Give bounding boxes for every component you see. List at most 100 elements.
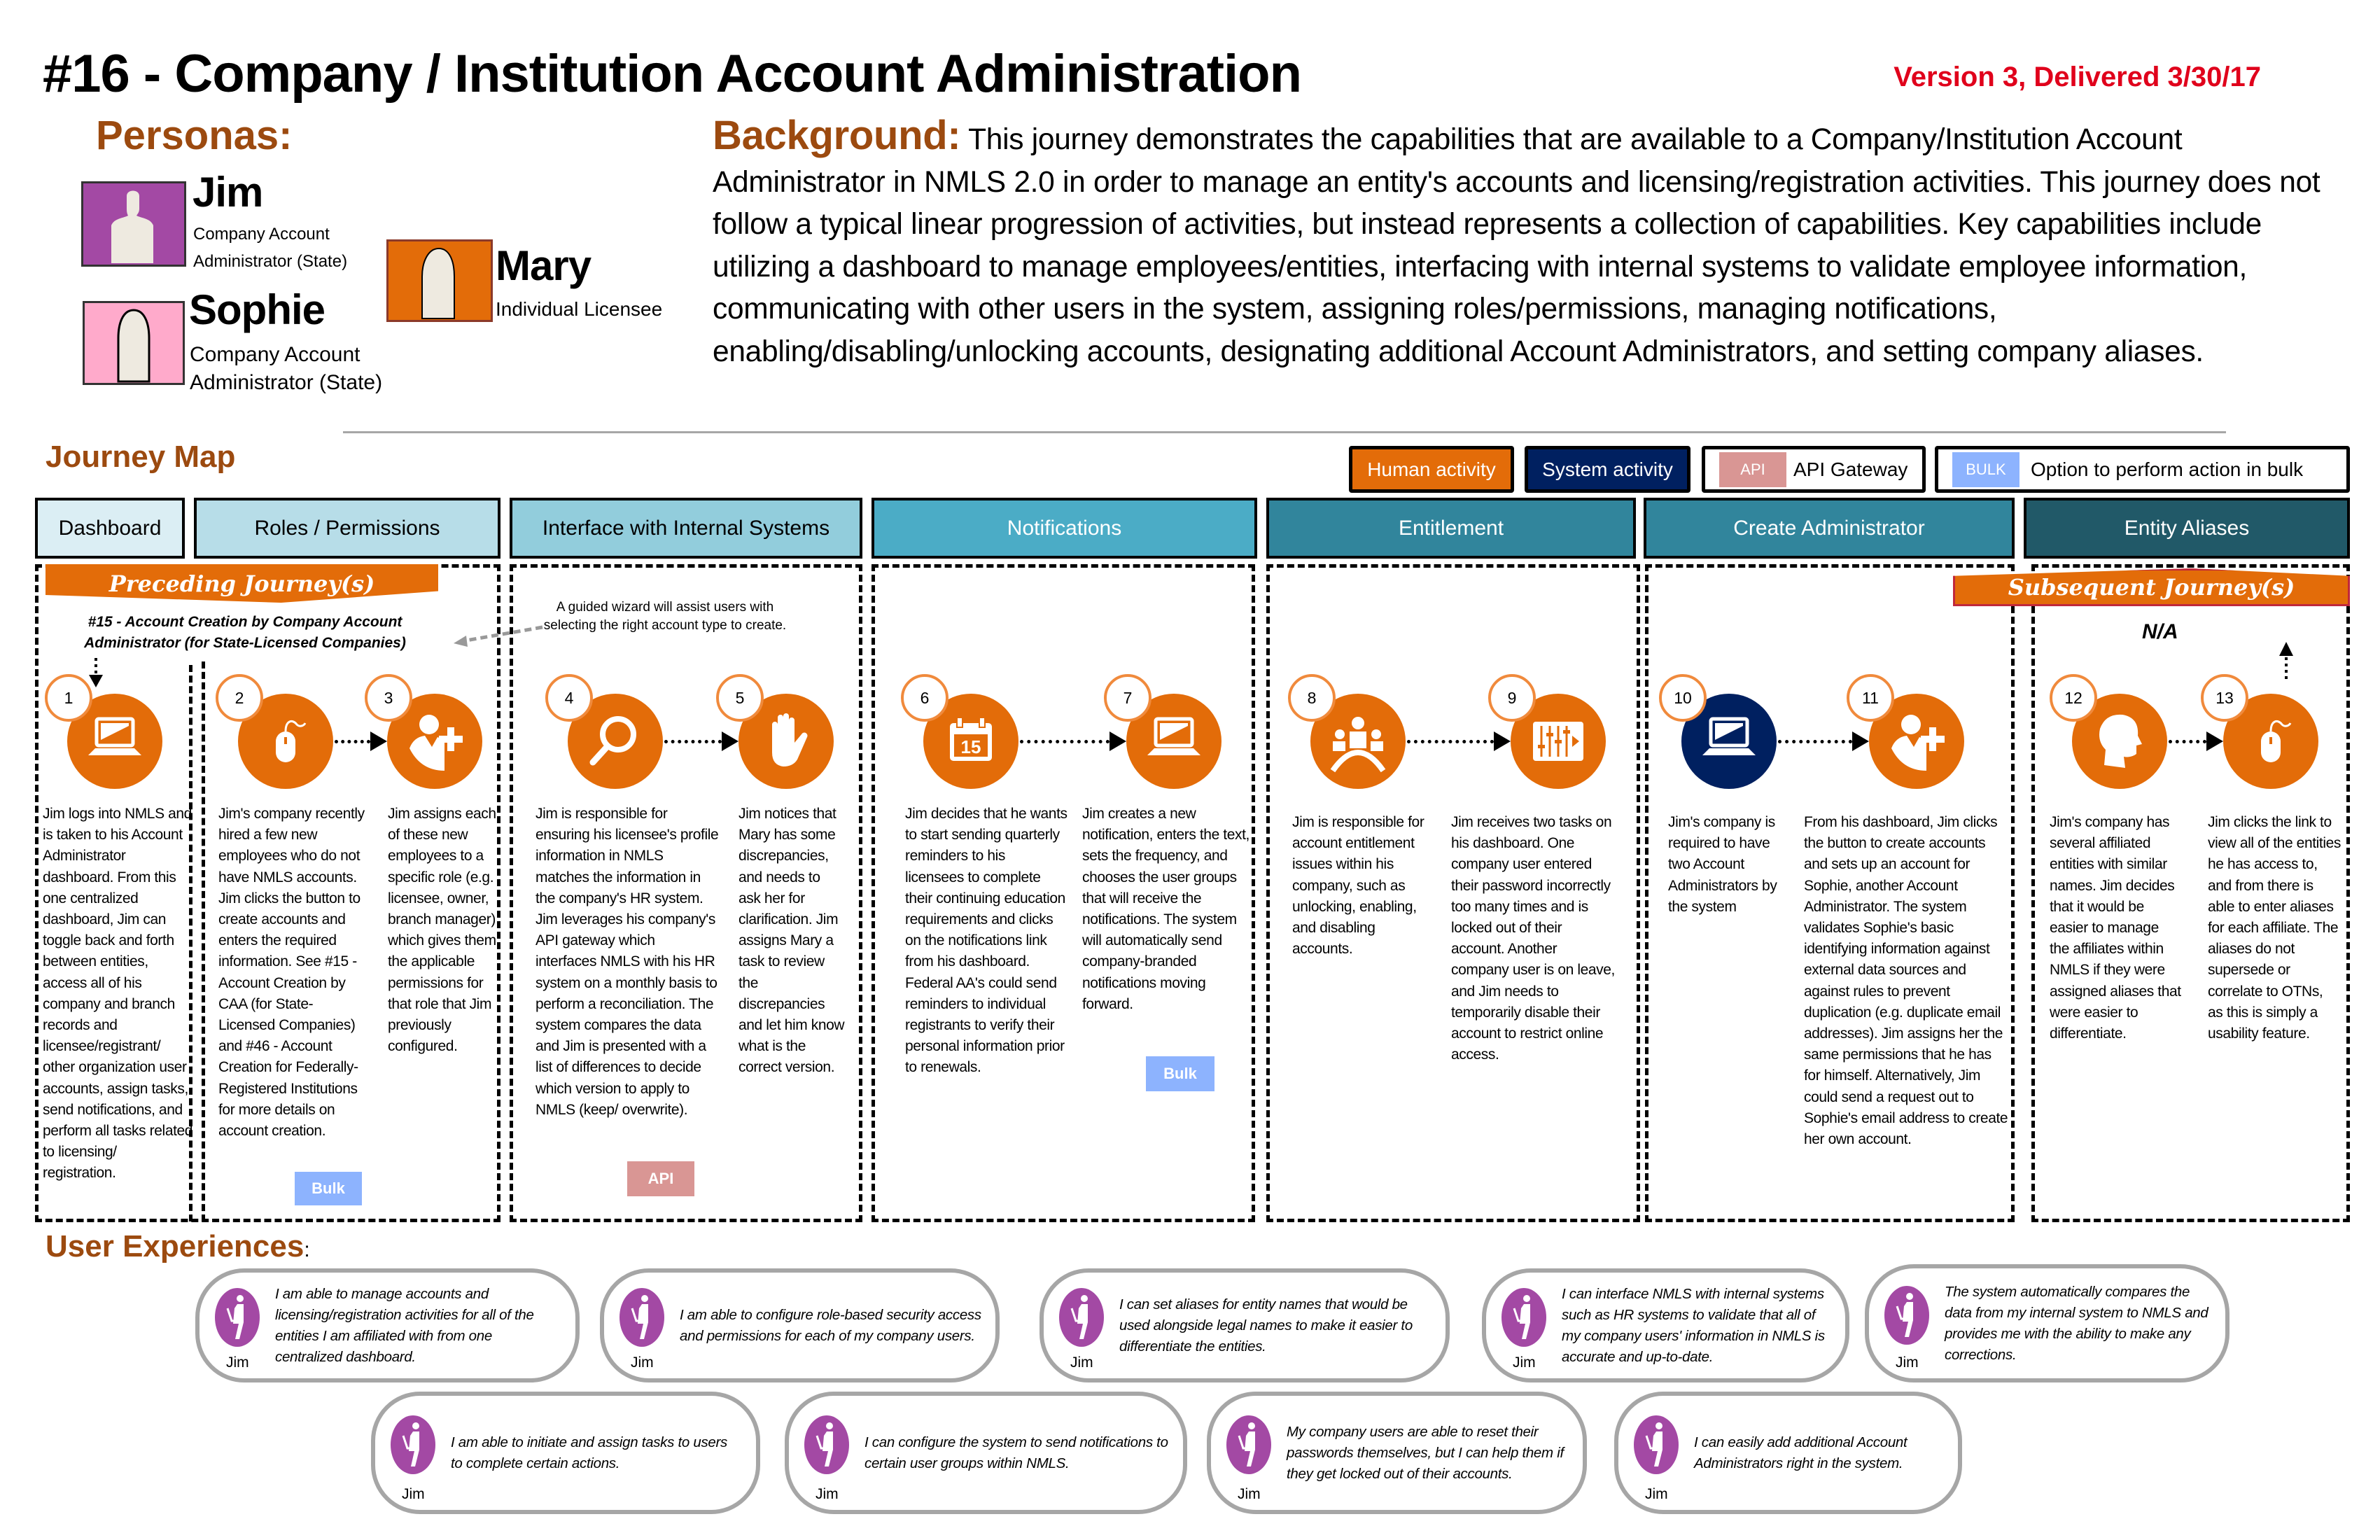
step-description: Jim's company has several affiliated ent…	[2050, 814, 2181, 1042]
wizard-note-line: A guided wizard will assist users with	[556, 600, 774, 615]
user-experiences-colon: :	[304, 1238, 310, 1261]
ux-persona-avatar	[1884, 1285, 1929, 1345]
user-experience-card: Jim I can easily add additional Account A…	[1614, 1392, 1962, 1514]
up-arrow-icon	[2279, 642, 2293, 682]
step-description: Jim logs into NMLS and is taken to his A…	[43, 806, 193, 1182]
persona-sophie-role: Company Account Administrator (State)	[190, 341, 382, 397]
user-experience-card: Jim I can set aliases for entity names th…	[1040, 1268, 1450, 1382]
mouse-icon	[2261, 720, 2292, 762]
laptop-icon	[88, 717, 141, 755]
ux-persona-avatar	[1059, 1287, 1104, 1347]
user-experience-text: I can interface NMLS with internal syste…	[1562, 1285, 1825, 1365]
calendar-icon: 15	[950, 717, 992, 761]
magnifier-icon	[589, 716, 636, 766]
section-divider	[343, 431, 2226, 433]
phase-header[interactable]: Create Administrator	[1644, 498, 2015, 559]
step-number-badge: 6	[901, 674, 948, 722]
person-at-laptop-icon	[226, 1294, 244, 1339]
hand-icon	[772, 713, 808, 766]
dotted-connector	[2169, 740, 2206, 743]
bulk-badge: Bulk	[1146, 1056, 1214, 1091]
phase-header[interactable]: Entity Aliases	[2024, 498, 2350, 559]
step-number-badge: 3	[365, 674, 412, 722]
person-at-laptop-icon	[402, 1422, 419, 1466]
persona-role-line: Company Account	[190, 343, 360, 366]
head-icon	[2099, 714, 2142, 768]
user-experiences-title: User Experiences	[46, 1229, 304, 1264]
persona-mary-name: Mary	[496, 242, 592, 289]
background-section: Background: This journey demonstrates th…	[713, 113, 2351, 373]
arrow-right-icon	[370, 732, 387, 751]
arrow-right-icon	[1110, 732, 1126, 751]
step-description: From his dashboard, Jim clicks the butto…	[1804, 814, 2008, 1148]
user-experiences-heading: User Experiences:	[46, 1229, 310, 1264]
person-at-laptop-icon	[1070, 1294, 1088, 1339]
person-add-icon	[410, 715, 463, 771]
phase-header[interactable]: Interface with Internal Systems	[510, 498, 862, 559]
legend-bulk: BULK Option to perform action in bulk	[1935, 446, 2350, 493]
persona-sophie-name: Sophie	[189, 286, 326, 333]
preceding-journey-label: Preceding Journey(s)	[108, 570, 375, 597]
ux-persona-name: Jim	[1645, 1486, 1668, 1502]
step-description: Jim clicks the link to view all of the e…	[2208, 814, 2342, 1042]
dotted-connector	[1778, 740, 1852, 743]
legend-api-gateway: API API Gateway	[1702, 446, 1926, 493]
user-experience-text: My company users are able to reset their…	[1287, 1423, 1564, 1482]
person-at-laptop-icon	[1896, 1292, 1913, 1337]
preceding-journey-line: #15 - Account Creation by Company Accoun…	[88, 614, 402, 630]
ux-persona-name: Jim	[402, 1486, 425, 1502]
dashed-arrow-icon	[454, 625, 543, 647]
phase-header[interactable]: Dashboard	[35, 498, 185, 559]
persona-role-line: Administrator (State)	[193, 252, 348, 271]
step-number-badge: 10	[1659, 674, 1707, 722]
persona-mary-avatar	[386, 239, 493, 322]
persona-sophie-avatar	[83, 301, 185, 385]
persona-jim-role: Company Account Administrator (State)	[193, 220, 347, 275]
persona-role-line: Company Account	[193, 225, 330, 244]
phase-header[interactable]: Roles / Permissions	[194, 498, 500, 559]
dotted-connector	[664, 740, 722, 743]
api-badge: API	[627, 1161, 694, 1196]
step-number-badge: 9	[1488, 674, 1536, 722]
version-label: Version 3, Delivered 3/30/17	[1893, 62, 2261, 92]
step-description: Jim creates a new notification, enters t…	[1082, 806, 1250, 1012]
background-heading: Background:	[713, 113, 961, 158]
legend-human-activity: Human activity	[1349, 446, 1514, 493]
preceding-journey-link[interactable]: #15 - Account Creation by Company Accoun…	[49, 612, 441, 654]
subsequent-journey-value: N/A	[2142, 620, 2178, 643]
arrow-right-icon	[1852, 732, 1869, 751]
user-experience-text: I can set aliases for entity names that …	[1119, 1296, 1413, 1354]
persona-jim-name: Jim	[192, 169, 263, 216]
person-silhouette-icon	[111, 190, 153, 263]
step-number-badge: 11	[1847, 674, 1894, 722]
ux-persona-avatar	[1502, 1287, 1546, 1347]
person-at-laptop-icon	[631, 1294, 648, 1339]
user-experience-card: Jim I am able to configure role-based sec…	[600, 1268, 1000, 1382]
ux-persona-avatar	[1634, 1415, 1679, 1474]
step-description: Jim receives two tasks on his dashboard.…	[1451, 814, 1615, 1063]
phase-header[interactable]: Entitlement	[1266, 498, 1636, 559]
ux-persona-name: Jim	[1513, 1354, 1536, 1371]
mouse-icon	[276, 720, 307, 762]
user-experience-text: The system automatically compares the da…	[1945, 1283, 2208, 1363]
arrow-right-icon	[2206, 732, 2223, 751]
step-description: Jim is responsible for ensuring his lice…	[536, 806, 719, 1118]
step-number-badge: 7	[1104, 674, 1152, 722]
step-description: Jim is responsible for account entitleme…	[1292, 814, 1424, 958]
ux-persona-avatar	[804, 1415, 849, 1474]
person-at-laptop-icon	[816, 1422, 833, 1466]
step-description: Jim assigns each of these new employees …	[388, 806, 496, 1055]
step-description: Jim decides that he wants to start sendi…	[905, 806, 1068, 1076]
user-experience-text: I can configure the system to send notif…	[864, 1434, 1168, 1471]
lane-divider	[202, 662, 205, 1222]
bulk-swatch: BULK	[1952, 451, 2019, 487]
arrow-right-icon	[722, 732, 738, 751]
user-experience-card: Jim The system automatically compares the…	[1865, 1264, 2230, 1382]
user-experience-card: Jim I am able to initiate and assign task…	[371, 1392, 760, 1514]
wizard-note: A guided wizard will assist users with s…	[525, 598, 805, 635]
phase-header[interactable]: Notifications	[872, 498, 1257, 559]
person-add-icon	[1891, 715, 1945, 771]
step-number-badge: 5	[716, 674, 764, 722]
legend-system-activity: System activity	[1525, 446, 1690, 493]
preceding-journey-line: Administrator (for State-Licensed Compan…	[84, 635, 406, 651]
